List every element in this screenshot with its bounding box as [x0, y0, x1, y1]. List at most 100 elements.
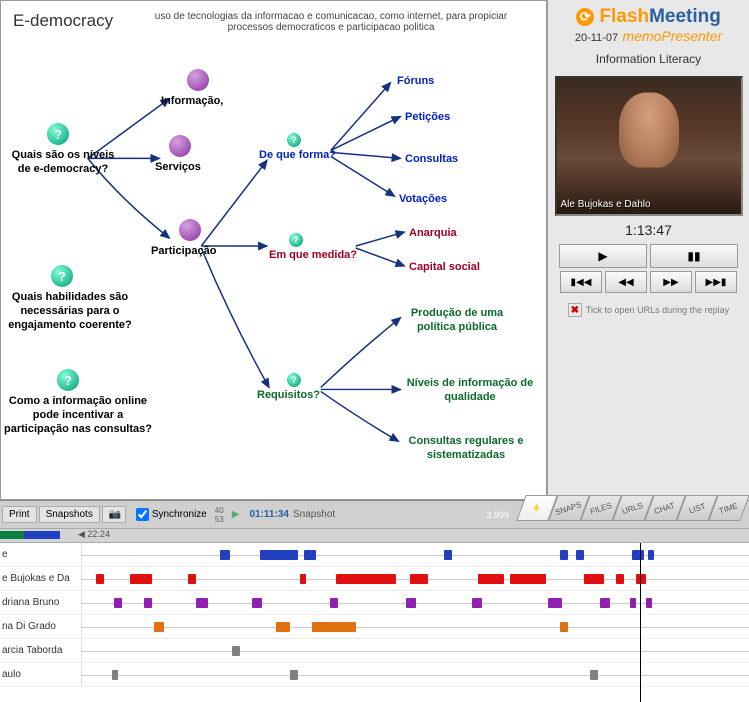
node-niveis-info[interactable]: Níveis de informação de qualidade	[405, 377, 535, 405]
track-segment[interactable]	[196, 598, 208, 608]
video-thumbnail[interactable]: Ale Bujokas e Dahlo	[555, 76, 743, 216]
q-habilidades[interactable]: Quais habilidades são necessárias para o…	[7, 291, 133, 332]
prev-button[interactable]: ◀◀	[605, 271, 647, 293]
track-segment[interactable]	[548, 598, 562, 608]
track-segment[interactable]	[648, 550, 654, 560]
time-ruler[interactable]: ◀ 22:24	[0, 529, 749, 543]
track-segment[interactable]	[312, 622, 356, 632]
edit-icon	[187, 69, 209, 91]
first-button[interactable]: ▮◀◀	[560, 271, 602, 293]
track-segment[interactable]	[336, 574, 396, 584]
pause-button[interactable]: ▮▮	[650, 244, 738, 268]
question-icon	[57, 369, 79, 391]
track-segment[interactable]	[632, 550, 644, 560]
track-segment[interactable]	[96, 574, 104, 584]
q-requisitos[interactable]: Requisitos?	[257, 389, 320, 403]
track-segment[interactable]	[630, 598, 636, 608]
mindmap-panel: E-democracy uso de tecnologias da inform…	[0, 0, 547, 500]
track-segment[interactable]	[276, 622, 290, 632]
track-segment[interactable]	[472, 598, 482, 608]
toolbar: Print Snapshots 📷 Synchronize 40 53 ▶ 01…	[0, 501, 749, 529]
brand-block: ⟳ FlashMeeting 20-11-07 memoPresenter In…	[552, 6, 745, 66]
q-niveis[interactable]: Quais são os níveis de e-democracy?	[9, 149, 117, 177]
track-segment[interactable]	[590, 670, 598, 680]
track-segment[interactable]	[114, 598, 122, 608]
track-segment[interactable]	[646, 598, 652, 608]
track-segment[interactable]	[252, 598, 262, 608]
tick-checkbox[interactable]: ✖	[568, 303, 582, 317]
node-peticoes[interactable]: Petições	[405, 111, 450, 125]
track-segment[interactable]	[260, 550, 298, 560]
track-segment[interactable]	[154, 622, 164, 632]
video-time: 1:13:47	[625, 222, 672, 238]
node-consultas[interactable]: Consultas	[405, 153, 458, 167]
play-small-icon[interactable]: ▶	[232, 509, 240, 520]
track-label: e Bujokas e Da	[0, 567, 82, 590]
node-producao[interactable]: Produção de uma política pública	[397, 307, 517, 335]
track-segment[interactable]	[616, 574, 624, 584]
q-forma[interactable]: De que forma?	[259, 149, 336, 163]
track-segment[interactable]	[478, 574, 504, 584]
print-button[interactable]: Print	[2, 506, 37, 523]
video-sidebar: ⟳ FlashMeeting 20-11-07 memoPresenter In…	[547, 0, 749, 500]
node-anarquia[interactable]: Anarquia	[409, 227, 457, 241]
track-segment[interactable]	[444, 550, 452, 560]
track-segment[interactable]	[304, 550, 316, 560]
camera-icon[interactable]: 📷	[102, 506, 126, 523]
track-row[interactable]: e	[0, 543, 749, 567]
track-label: aulo	[0, 663, 82, 686]
node-participacao[interactable]: Participação	[151, 245, 216, 259]
track-segment[interactable]	[300, 574, 306, 584]
track-segment[interactable]	[406, 598, 416, 608]
track-segment[interactable]	[290, 670, 298, 680]
track-segment[interactable]	[560, 550, 568, 560]
synchronize-checkbox[interactable]	[136, 508, 149, 521]
track-segment[interactable]	[130, 574, 152, 584]
track-segment[interactable]	[576, 550, 584, 560]
node-informacao[interactable]: Informação,	[161, 95, 223, 109]
track-segment[interactable]	[560, 622, 568, 632]
q-medida[interactable]: Em que medida?	[269, 249, 357, 263]
track-segment[interactable]	[584, 574, 604, 584]
q-info-online[interactable]: Como a informação online pode incentivar…	[3, 395, 153, 436]
track-row[interactable]: driana Bruno	[0, 591, 749, 615]
track-segment[interactable]	[112, 670, 118, 680]
track-row[interactable]: arcia Taborda	[0, 639, 749, 663]
edit-icon	[169, 135, 191, 157]
node-capital[interactable]: Capital social	[409, 261, 480, 275]
session-title: Information Literacy	[552, 52, 745, 66]
playhead[interactable]	[640, 543, 641, 702]
track-row[interactable]: aulo	[0, 663, 749, 687]
frame-nums: 40 53	[215, 506, 224, 524]
timeline-panel: Print Snapshots 📷 Synchronize 40 53 ▶ 01…	[0, 500, 749, 702]
track-segment[interactable]	[232, 646, 240, 656]
node-votacoes[interactable]: Votações	[399, 193, 447, 207]
track-segment[interactable]	[636, 574, 646, 584]
edit-icon	[179, 219, 201, 241]
tick-row[interactable]: ✖ Tick to open URLs during the replay	[568, 303, 729, 317]
track-row[interactable]: na Di Grado	[0, 615, 749, 639]
mindmap-subtitle: uso de tecnologias da informacao e comun…	[151, 11, 511, 33]
track-segment[interactable]	[510, 574, 546, 584]
snapshot-label: Snapshot	[293, 509, 335, 520]
track-label: driana Bruno	[0, 591, 82, 614]
track-segment[interactable]	[600, 598, 610, 608]
last-button[interactable]: ▶▶▮	[695, 271, 737, 293]
track-row[interactable]: e Bujokas e Da	[0, 567, 749, 591]
brand-meeting: Meeting	[649, 6, 721, 27]
track-segment[interactable]	[220, 550, 230, 560]
snapshots-button[interactable]: Snapshots	[39, 506, 100, 523]
node-foruns[interactable]: Fóruns	[397, 75, 434, 89]
track-segment[interactable]	[330, 598, 338, 608]
question-icon	[287, 133, 301, 147]
tracks-area[interactable]: ee Bujokas e Dadriana Brunona Di Gradoar…	[0, 543, 749, 702]
bolt-icon: ⟳	[576, 8, 594, 26]
track-segment[interactable]	[410, 574, 428, 584]
play-button[interactable]: ▶	[559, 244, 647, 268]
next-button[interactable]: ▶▶	[650, 271, 692, 293]
node-consultas-reg[interactable]: Consultas regulares e sistematizadas	[401, 435, 531, 463]
node-servicos[interactable]: Serviços	[155, 161, 201, 175]
track-segment[interactable]	[188, 574, 196, 584]
track-segment[interactable]	[144, 598, 152, 608]
question-icon	[289, 233, 303, 247]
